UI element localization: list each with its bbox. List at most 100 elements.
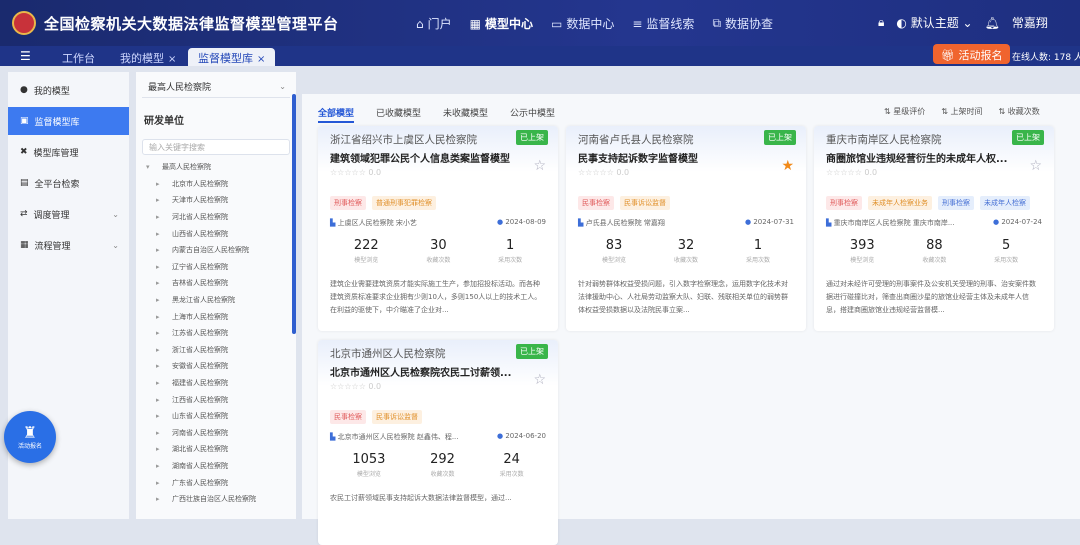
close-icon[interactable]: × xyxy=(168,54,176,65)
tab-my-models[interactable]: 我的模型 × xyxy=(110,48,186,66)
model-card[interactable]: 重庆市南岸区人民检察院 商圈旅馆业违规经营衍生的未成年人权... 已上架 ☆ ☆☆☆☆☆… xyxy=(814,126,1054,331)
tree-node[interactable]: ▸ 山西省人民检察院 xyxy=(136,225,296,242)
chevron-down-icon: ⌄ xyxy=(112,240,119,250)
search-icon: ▤ xyxy=(20,178,29,188)
theme-switcher[interactable]: ◐ 默认主题 ⌄ xyxy=(896,14,972,31)
stat-value: 1 xyxy=(753,238,763,253)
bell-icon[interactable]: 🔔︎ xyxy=(985,16,1000,30)
stat-value: 32 xyxy=(677,238,695,253)
caret-right-icon: ▸ xyxy=(156,179,160,188)
tree-node[interactable]: ▸ 湖南省人民检察院 xyxy=(136,458,296,475)
filter-tab-collected[interactable]: 已收藏模型 xyxy=(376,106,421,123)
filter-tab-all[interactable]: 全部模型 xyxy=(318,106,355,123)
favorite-star-icon[interactable]: ☆ xyxy=(533,158,546,174)
tab-model-library[interactable]: 监督模型库 × xyxy=(188,48,276,66)
tree-node[interactable]: ▸ 黑龙江省人民检察院 xyxy=(136,292,296,309)
card-model-name[interactable]: 北京市通州区人民检察院农民工讨薪领... xyxy=(330,364,530,379)
sidebar-item-dispatch[interactable]: ⇄ 调度管理 ⌄ xyxy=(8,200,129,228)
gift-icon: 🎁︎ xyxy=(941,49,959,62)
user-name[interactable]: 常嘉翔 xyxy=(1012,14,1048,31)
favorite-star-icon[interactable]: ☆ xyxy=(1029,158,1042,174)
caret-right-icon: ▸ xyxy=(156,445,160,454)
tree-node[interactable]: ▸ 上海市人民检察院 xyxy=(136,308,296,325)
tree-node[interactable]: ▸ 广西壮族自治区人民检察院 xyxy=(136,491,296,508)
tab-workbench[interactable]: 工作台 xyxy=(52,48,105,66)
tree-node[interactable]: ▸ 内蒙古自治区人民检察院 xyxy=(136,242,296,259)
sidebar-item-global-search[interactable]: ▤ 全平台检索 xyxy=(8,169,129,197)
caret-right-icon: ▸ xyxy=(156,279,160,288)
sort-rating[interactable]: ⇅ 星级评价 xyxy=(884,106,925,117)
app-title: 全国检察机关大数据法律监督模型管理平台 xyxy=(44,15,339,33)
card-org: 浙江省绍兴市上虞区人民检察院 xyxy=(330,134,477,146)
favorite-star-icon[interactable]: ★ xyxy=(781,158,794,174)
nav-clues[interactable]: ≡ 监督线索 xyxy=(632,15,694,32)
lock-icon[interactable]: 🔒︎ xyxy=(878,15,884,30)
tree-node[interactable]: ▸ 安徽省人民检察院 xyxy=(136,358,296,375)
nav-data-center[interactable]: ▭ 数据中心 xyxy=(551,15,614,32)
sort-icon: ⇅ xyxy=(884,107,894,116)
caret-right-icon: ▸ xyxy=(156,296,160,305)
top-right-tools: 🔒︎ ◐ 默认主题 ⌄ 🔔︎ 常嘉翔 xyxy=(878,14,1048,31)
stat-block: 24 采用次数 xyxy=(500,452,524,478)
tree-scrollbar[interactable] xyxy=(292,94,296,334)
filter-tab-publicizing[interactable]: 公示中模型 xyxy=(510,106,555,123)
card-org: 重庆市南岸区人民检察院 xyxy=(826,134,942,146)
tree-node[interactable]: ▸ 福建省人民检察院 xyxy=(136,375,296,392)
card-meta: ▙ 卢氏县人民检察院 常嘉翔 ● 2024-07-31 xyxy=(578,218,794,228)
tools-icon: ✖ xyxy=(20,147,28,157)
floating-activity-button[interactable]: ♜ 活动报名 xyxy=(4,411,56,463)
nav-data-assist[interactable]: ⧉ 数据协查 xyxy=(712,15,773,32)
tree-node[interactable]: ▸ 河南省人民检察院 xyxy=(136,425,296,442)
card-org: 河南省卢氏县人民检察院 xyxy=(578,134,694,146)
stat-value: 83 xyxy=(605,238,623,253)
tree-node[interactable]: ▸ 河北省人民检察院 xyxy=(136,209,296,226)
tree-node[interactable]: ▸ 湖北省人民检察院 xyxy=(136,441,296,458)
nav-portal[interactable]: ⌂ 门户 xyxy=(416,15,452,32)
caret-right-icon: ▸ xyxy=(156,262,160,271)
caret-down-icon: ▾ xyxy=(146,163,150,172)
sidebar-item-model-library[interactable]: ▣ 监督模型库 xyxy=(8,107,129,135)
tree-node[interactable]: ▸ 吉林省人民检察院 xyxy=(136,275,296,292)
tree-node[interactable]: ▸ 北京市人民检察院 xyxy=(136,176,296,193)
sort-collect[interactable]: ⇅ 收藏次数 xyxy=(999,106,1040,117)
sidebar-item-library-admin[interactable]: ✖ 模型库管理 xyxy=(8,138,129,166)
caret-right-icon: ▸ xyxy=(156,478,160,487)
org-tree-panel: 最高人民检察院 ⌄ 研发单位 输入关键字搜索 ▾ 最高人民检察院 ▸ 北京市人民检察院… xyxy=(136,72,296,519)
tree-node[interactable]: ▸ 江西省人民检察院 xyxy=(136,391,296,408)
model-card[interactable]: 河南省卢氏县人民检察院 民事支持起诉数字监督模型 已上架 ★ ☆☆☆☆☆ 0.0 民事检察… xyxy=(566,126,806,331)
sidebar-item-my-models[interactable]: ● 我的模型 xyxy=(8,76,129,104)
tree-node[interactable]: ▸ 浙江省人民检察院 xyxy=(136,342,296,359)
card-model-name[interactable]: 民事支持起诉数字监督模型 xyxy=(578,150,778,165)
close-icon[interactable]: × xyxy=(257,54,265,65)
stat-block: 222 模型浏览 xyxy=(354,238,379,264)
tree-node[interactable]: ▸ 天津市人民检察院 xyxy=(136,192,296,209)
stat-block: 83 模型浏览 xyxy=(602,238,626,264)
tree-node[interactable]: ▸ 广东省人民检察院 xyxy=(136,474,296,491)
card-tags: 刑事检察 普通刑事犯罪检察 xyxy=(330,196,436,210)
card-model-name[interactable]: 建筑领域犯罪公民个人信息类案监督模型 xyxy=(330,150,530,165)
filter-tab-uncollected[interactable]: 未收藏模型 xyxy=(443,106,488,123)
card-model-name[interactable]: 商圈旅馆业违规经营衍生的未成年人权... xyxy=(826,150,1026,165)
tree-node-root[interactable]: ▾ 最高人民检察院 xyxy=(136,159,296,176)
chart-icon: ▭ xyxy=(551,16,563,31)
activity-signup-button[interactable]: 🎁︎ 活动报名 xyxy=(933,44,1011,64)
status-badge: 已上架 xyxy=(764,130,796,145)
favorite-star-icon[interactable]: ☆ xyxy=(533,372,546,388)
status-badge: 已上架 xyxy=(516,344,548,359)
tree-node[interactable]: ▸ 辽宁省人民检察院 xyxy=(136,259,296,276)
model-card[interactable]: 浙江省绍兴市上虞区人民检察院 建筑领域犯罪公民个人信息类案监督模型 已上架 ☆ ☆☆☆☆… xyxy=(318,126,558,331)
menu-toggle-icon[interactable]: ☰ xyxy=(20,49,31,63)
dispatch-icon: ⇄ xyxy=(20,209,28,219)
nav-model-center[interactable]: ▦ 模型中心 xyxy=(470,15,533,32)
stat-block: 1 采用次数 xyxy=(498,238,522,264)
org-select[interactable]: 最高人民检察院 ⌄ xyxy=(142,76,290,98)
tree-node[interactable]: ▸ 江苏省人民检察院 xyxy=(136,325,296,342)
tree-search-input[interactable]: 输入关键字搜索 xyxy=(142,139,290,155)
stat-label: 收藏次数 xyxy=(673,257,698,264)
tree-node[interactable]: ▸ 山东省人民检察院 xyxy=(136,408,296,425)
model-card[interactable]: 北京市通州区人民检察院 北京市通州区人民检察院农民工讨薪领... 已上架 ☆ ☆☆☆☆☆… xyxy=(318,340,558,545)
stat-block: 1 采用次数 xyxy=(746,238,770,264)
sort-time[interactable]: ⇅ 上架时间 xyxy=(941,106,982,117)
sidebar-item-process[interactable]: ▦ 流程管理 ⌄ xyxy=(8,231,129,259)
caret-right-icon: ▸ xyxy=(156,461,160,470)
